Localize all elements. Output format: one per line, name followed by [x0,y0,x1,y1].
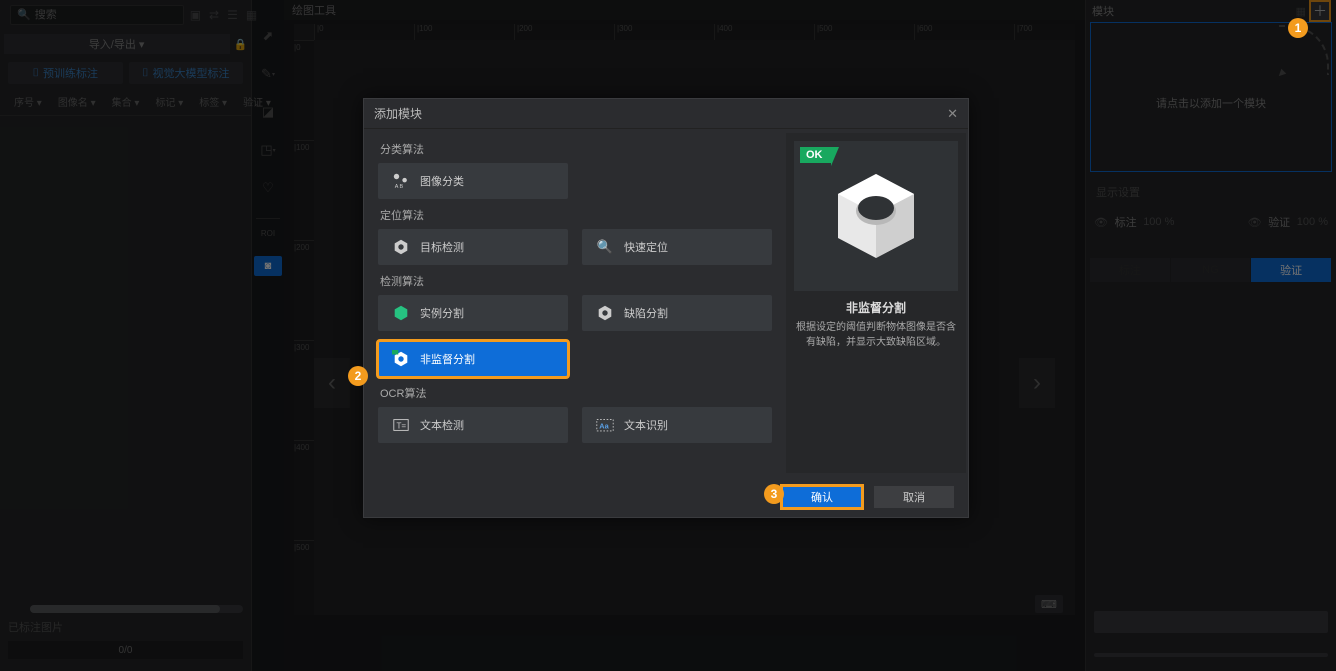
card-text-detection[interactable]: T= 文本检测 [378,407,568,443]
preview-column: OK 非监督分割 根据设定的阈值判断物体图像是否含有缺陷，并显示大致缺陷区域。 [786,133,966,473]
card-label: 快速定位 [624,239,668,255]
card-label: 文本检测 [420,417,464,433]
card-defect-seg[interactable]: 缺陷分割 [582,295,772,331]
cat-ocr: OCR算法 [380,385,772,401]
hex-gray-icon [596,304,614,322]
card-object-detection[interactable]: 目标检测 [378,229,568,265]
modal-body: 分类算法 A B 图像分类 定位算法 目标检测 🔍 [378,133,954,473]
modal-header: 添加模块 ✕ [364,99,968,129]
card-image-classification[interactable]: A B 图像分类 [378,163,568,199]
ok-badge: OK [800,147,831,163]
card-label: 缺陷分割 [624,305,668,321]
cat-detection: 检测算法 [380,273,772,289]
algo-column: 分类算法 A B 图像分类 定位算法 目标检测 🔍 [378,133,772,473]
nut-icon [392,238,410,256]
card-text-recognition[interactable]: Aa 文本识别 [582,407,772,443]
nut-icon-large [826,166,926,266]
callout-1: 1 [1288,18,1308,38]
modal-title: 添加模块 [374,105,422,122]
card-label: 目标检测 [420,239,464,255]
svg-text:A B: A B [395,184,404,190]
hex-ok-icon [392,350,410,368]
preview-title: 非监督分割 [846,299,906,316]
card-label: 图像分类 [420,173,464,189]
card-instance-seg[interactable]: 实例分割 [378,295,568,331]
card-label: 实例分割 [420,305,464,321]
preview-description: 根据设定的阈值判断物体图像是否含有缺陷，并显示大致缺陷区域。 [794,320,958,350]
hex-green-icon [392,304,410,322]
callout-3: 3 [764,484,784,504]
svg-text:T=: T= [397,422,407,431]
cat-classification: 分类算法 [380,141,772,157]
preview-image: OK [794,141,958,291]
add-module-modal: 添加模块 ✕ 分类算法 A B 图像分类 定位算法 目标检测 [363,98,969,518]
modal-footer: 确认 取消 [364,477,968,517]
cat-location: 定位算法 [380,207,772,223]
magnify-icon: 🔍 [596,238,614,256]
card-unsupervised-seg[interactable]: 非监督分割 [378,341,568,377]
card-fast-location[interactable]: 🔍 快速定位 [582,229,772,265]
close-icon[interactable]: ✕ [947,106,958,122]
cancel-button[interactable]: 取消 [874,486,954,508]
card-label: 非监督分割 [420,351,475,367]
nodes-icon: A B [392,172,410,190]
card-label: 文本识别 [624,417,668,433]
aa-icon: Aa [596,416,614,434]
callout-2: 2 [348,366,368,386]
confirm-button[interactable]: 确认 [782,486,862,508]
svg-text:Aa: Aa [599,421,609,430]
text-box-icon: T= [392,416,410,434]
